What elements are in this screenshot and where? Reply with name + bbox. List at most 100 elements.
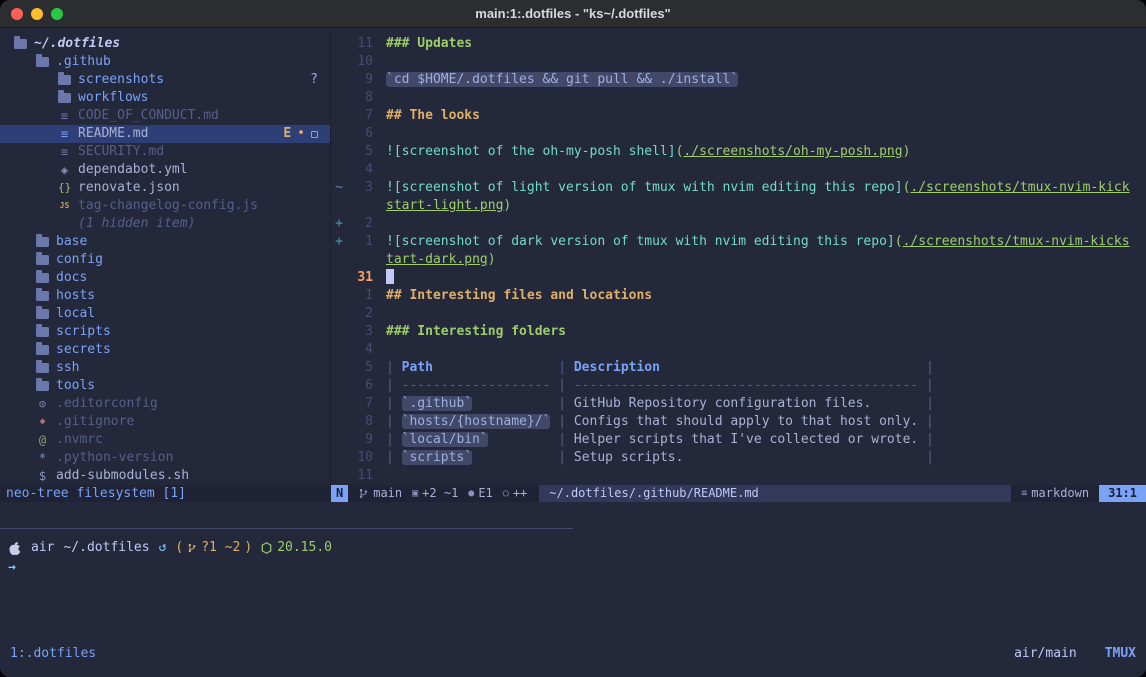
close-button[interactable] <box>11 8 23 20</box>
tree-item-scripts[interactable]: scripts <box>0 323 330 341</box>
branch-icon <box>358 487 369 500</box>
folder-icon <box>36 291 49 301</box>
tree-item-ssh[interactable]: ssh <box>0 359 330 377</box>
cursor <box>386 269 394 284</box>
titlebar: main:1:.dotfiles - "ks~/.dotfiles" <box>0 0 1146 28</box>
editor-line[interactable]: 11### Updates <box>331 35 1146 53</box>
tree-item-config[interactable]: config <box>0 251 330 269</box>
line-number: 11 <box>347 35 373 53</box>
sign-column <box>331 359 347 377</box>
editor-line[interactable]: 31 <box>331 269 1146 287</box>
tree-item-label: hosts <box>56 287 95 305</box>
tree-item-nvmrc[interactable]: @.nvmrc <box>0 431 330 449</box>
tree-item-label: README.md <box>78 125 148 143</box>
tree-item-python-version[interactable]: *.python-version <box>0 449 330 467</box>
editor-line[interactable]: 7| `.github` | GitHub Repository configu… <box>331 395 1146 413</box>
sign-column <box>331 323 347 341</box>
mod-dot-badge: • <box>297 125 305 143</box>
tree-item-label: ssh <box>56 359 79 377</box>
diff-icon: ▣ <box>412 485 418 502</box>
apple-icon <box>8 541 22 556</box>
editor-line[interactable]: 2 <box>331 305 1146 323</box>
editor-line[interactable]: 10 <box>331 53 1146 71</box>
editor-line[interactable]: 7## The looks <box>331 107 1146 125</box>
sign-column <box>331 251 347 269</box>
line-number: 8 <box>347 413 373 431</box>
line-number: 6 <box>347 125 373 143</box>
sign-column <box>331 449 347 467</box>
sign-column <box>331 377 347 395</box>
minimize-button[interactable] <box>31 8 43 20</box>
tree-item-label: dependabot.yml <box>78 161 188 179</box>
editor-line[interactable]: 5![screenshot of the oh-my-posh shell](.… <box>331 143 1146 161</box>
editor-line[interactable]: 10| `scripts` | Setup scripts. | <box>331 449 1146 467</box>
sign-column <box>331 431 347 449</box>
folder-icon <box>36 345 49 355</box>
tree-item-hosts[interactable]: hosts <box>0 287 330 305</box>
shell-input-line[interactable]: → <box>8 559 16 577</box>
prompt-arrow: → <box>8 560 16 575</box>
zoom-button[interactable] <box>51 8 63 20</box>
tree-item-screenshots[interactable]: screenshots? <box>0 71 330 89</box>
tree-item-gitignore[interactable]: ◆.gitignore <box>0 413 330 431</box>
tree-item-add-submodules-sh[interactable]: $add-submodules.sh <box>0 467 330 485</box>
tree-item-label: secrets <box>56 341 111 359</box>
editor-line[interactable]: 9| `local/bin` | Helper scripts that I'v… <box>331 431 1146 449</box>
folder-icon <box>36 237 49 247</box>
statusline-row: neo-tree filesystem [1] N main ▣+2 ~1 ●E… <box>0 485 1146 502</box>
editor-line[interactable]: start-light.png) <box>331 197 1146 215</box>
git-square-badge <box>311 131 318 138</box>
tree-item-code-of-conduct-md[interactable]: ≡CODE_OF_CONDUCT.md <box>0 107 330 125</box>
tmux-window-item[interactable]: 1:.dotfiles <box>10 645 96 663</box>
prompt-git-status: ( ?1 ~2 ) <box>175 539 252 557</box>
editor-buffer[interactable]: 11### Updates 10 9`cd $HOME/.dotfiles &&… <box>331 28 1146 485</box>
diag-e-badge: E <box>283 125 291 143</box>
branch-name: main <box>373 485 402 502</box>
python-file-icon: * <box>36 449 49 467</box>
tree-item-base[interactable]: base <box>0 233 330 251</box>
tree-item-renovate-json[interactable]: {}renovate.json <box>0 179 330 197</box>
tree-item-tools[interactable]: tools <box>0 377 330 395</box>
editor-line[interactable]: 6 <box>331 125 1146 143</box>
editor-line[interactable]: +1![screenshot of dark version of tmux w… <box>331 233 1146 251</box>
line-number: 5 <box>347 359 373 377</box>
tree-item-label: .gitignore <box>56 413 134 431</box>
tree-item-secrets[interactable]: secrets <box>0 341 330 359</box>
editor-line[interactable]: tart-dark.png) <box>331 251 1146 269</box>
tree-item-readme-md[interactable]: ≡README.mdE• <box>0 125 330 143</box>
terminal-window: main:1:.dotfiles - "ks~/.dotfiles" ~/.do… <box>0 0 1146 677</box>
tree-item-label: docs <box>56 269 87 287</box>
folder-icon <box>36 381 49 391</box>
node-version: 20.15.0 <box>261 539 332 557</box>
tree-item-github[interactable]: .github <box>0 53 330 71</box>
shell-pane: air ~/.dotfiles ↺ ( ?1 ~2 ) 20.15.0 → <box>0 502 1146 645</box>
editor-line[interactable]: 8| `hosts/{hostname}/` | Configs that sh… <box>331 413 1146 431</box>
editor-line[interactable]: 3### Interesting folders <box>331 323 1146 341</box>
git-diff-stats: ▣+2 ~1 <box>412 485 458 502</box>
markdown-icon: ≡ <box>1021 485 1027 502</box>
tree-item-1-hidden-item[interactable]: (1 hidden item) <box>0 215 330 233</box>
tree-item-local[interactable]: local <box>0 305 330 323</box>
node-icon <box>261 542 272 554</box>
editor-line[interactable]: 1## Interesting files and locations <box>331 287 1146 305</box>
tree-item-dotfiles[interactable]: ~/.dotfiles <box>0 35 330 53</box>
editor-line[interactable]: 4 <box>331 341 1146 359</box>
editor-line[interactable]: 9`cd $HOME/.dotfiles && git pull && ./in… <box>331 71 1146 89</box>
tree-item-docs[interactable]: docs <box>0 269 330 287</box>
line-number: 5 <box>347 143 373 161</box>
editor-line[interactable]: 6| ------------------- | ---------------… <box>331 377 1146 395</box>
editor-line[interactable]: ~3![screenshot of light version of tmux … <box>331 179 1146 197</box>
editor-line[interactable]: 5| Path | Description | <box>331 359 1146 377</box>
line-number: 4 <box>347 161 373 179</box>
tree-item-editorconfig[interactable]: ⊙.editorconfig <box>0 395 330 413</box>
git-branch: main <box>358 485 402 502</box>
editor-line[interactable]: 11 <box>331 467 1146 485</box>
editor-line[interactable]: 8 <box>331 89 1146 107</box>
tree-item-security-md[interactable]: ≡SECURITY.md <box>0 143 330 161</box>
editor-line[interactable]: 4 <box>331 161 1146 179</box>
editor-line[interactable]: +2 <box>331 215 1146 233</box>
tree-item-dependabot-yml[interactable]: ◈dependabot.yml <box>0 161 330 179</box>
tree-item-workflows[interactable]: workflows <box>0 89 330 107</box>
line-number <box>347 197 373 215</box>
tree-item-tag-changelog-config-js[interactable]: JStag-changelog-config.js <box>0 197 330 215</box>
